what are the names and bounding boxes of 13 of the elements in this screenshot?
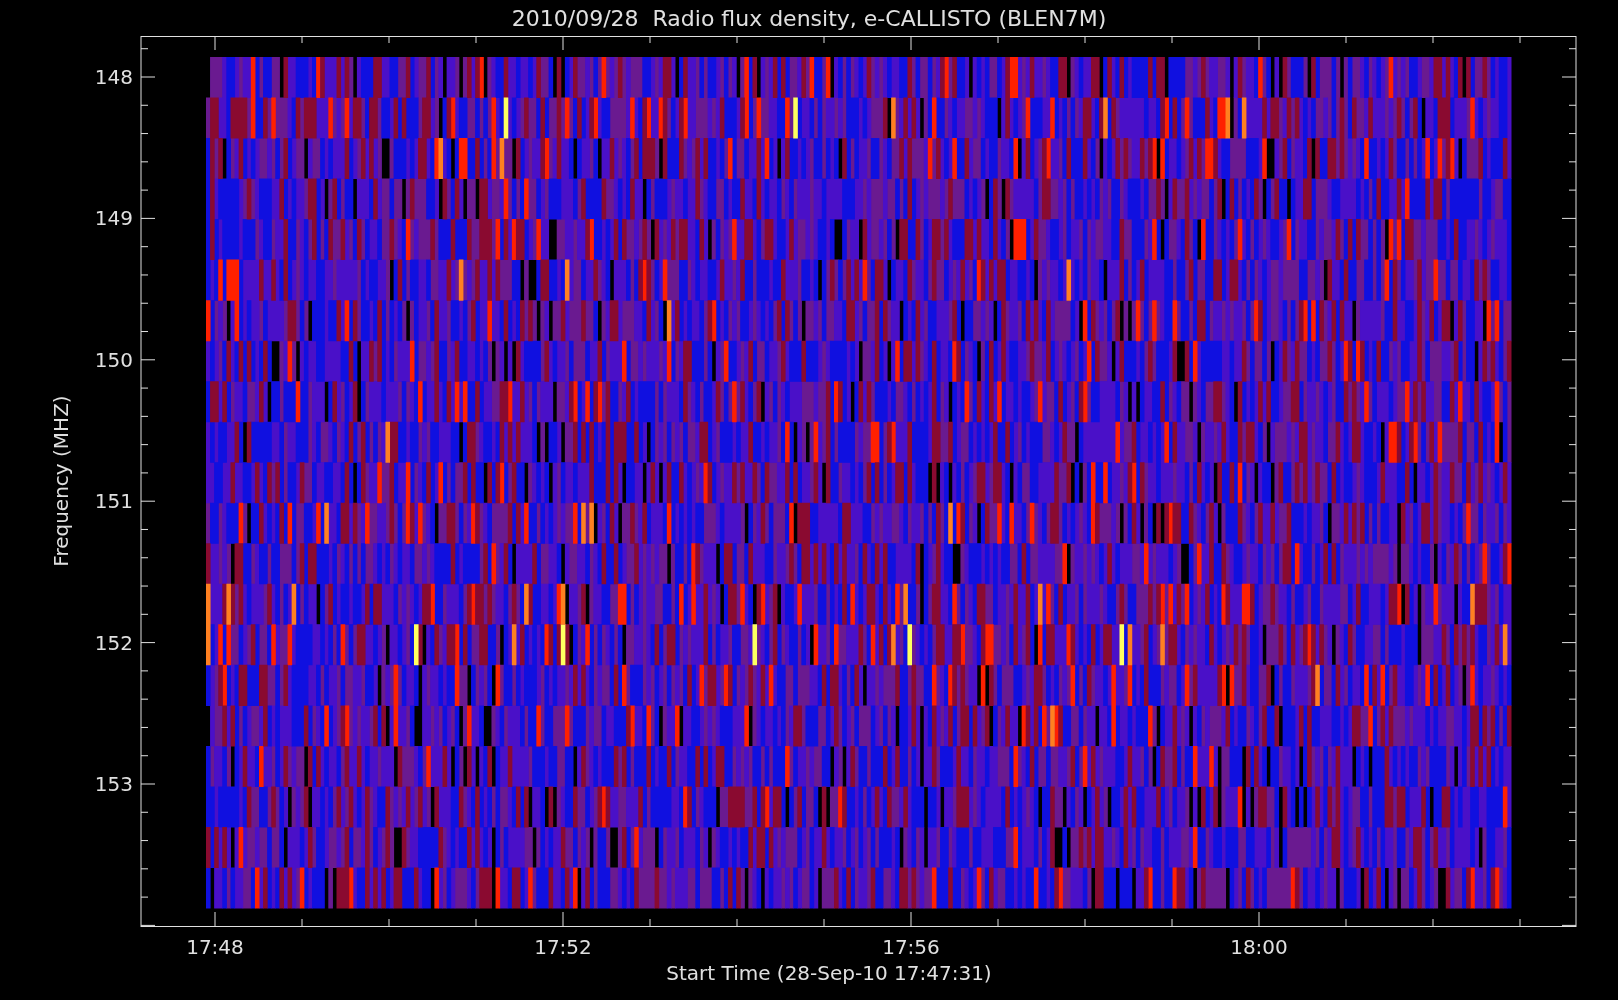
chart-title: 2010/09/28 Radio flux density, e-CALLISTO (BLEN7M) [511,4,1107,33]
x-axis-label: Start Time (28-Sep-10 17:47:31) [666,960,992,987]
x-tick-label: 17:56 [882,935,940,958]
x-tick-label: 17:52 [534,935,592,958]
y-tick-label: 151 [94,489,133,514]
y-tick-label: 149 [94,206,133,231]
y-tick-label: 150 [94,347,133,372]
x-tick-label: 17:48 [186,935,244,958]
x-tick-label: 18:00 [1230,935,1288,958]
y-tick-label: 148 [94,65,133,89]
y-tick-label: 153 [94,772,133,796]
y-axis-label: Frequency (MHZ) [49,395,73,567]
y-tick-label: 152 [94,630,133,655]
